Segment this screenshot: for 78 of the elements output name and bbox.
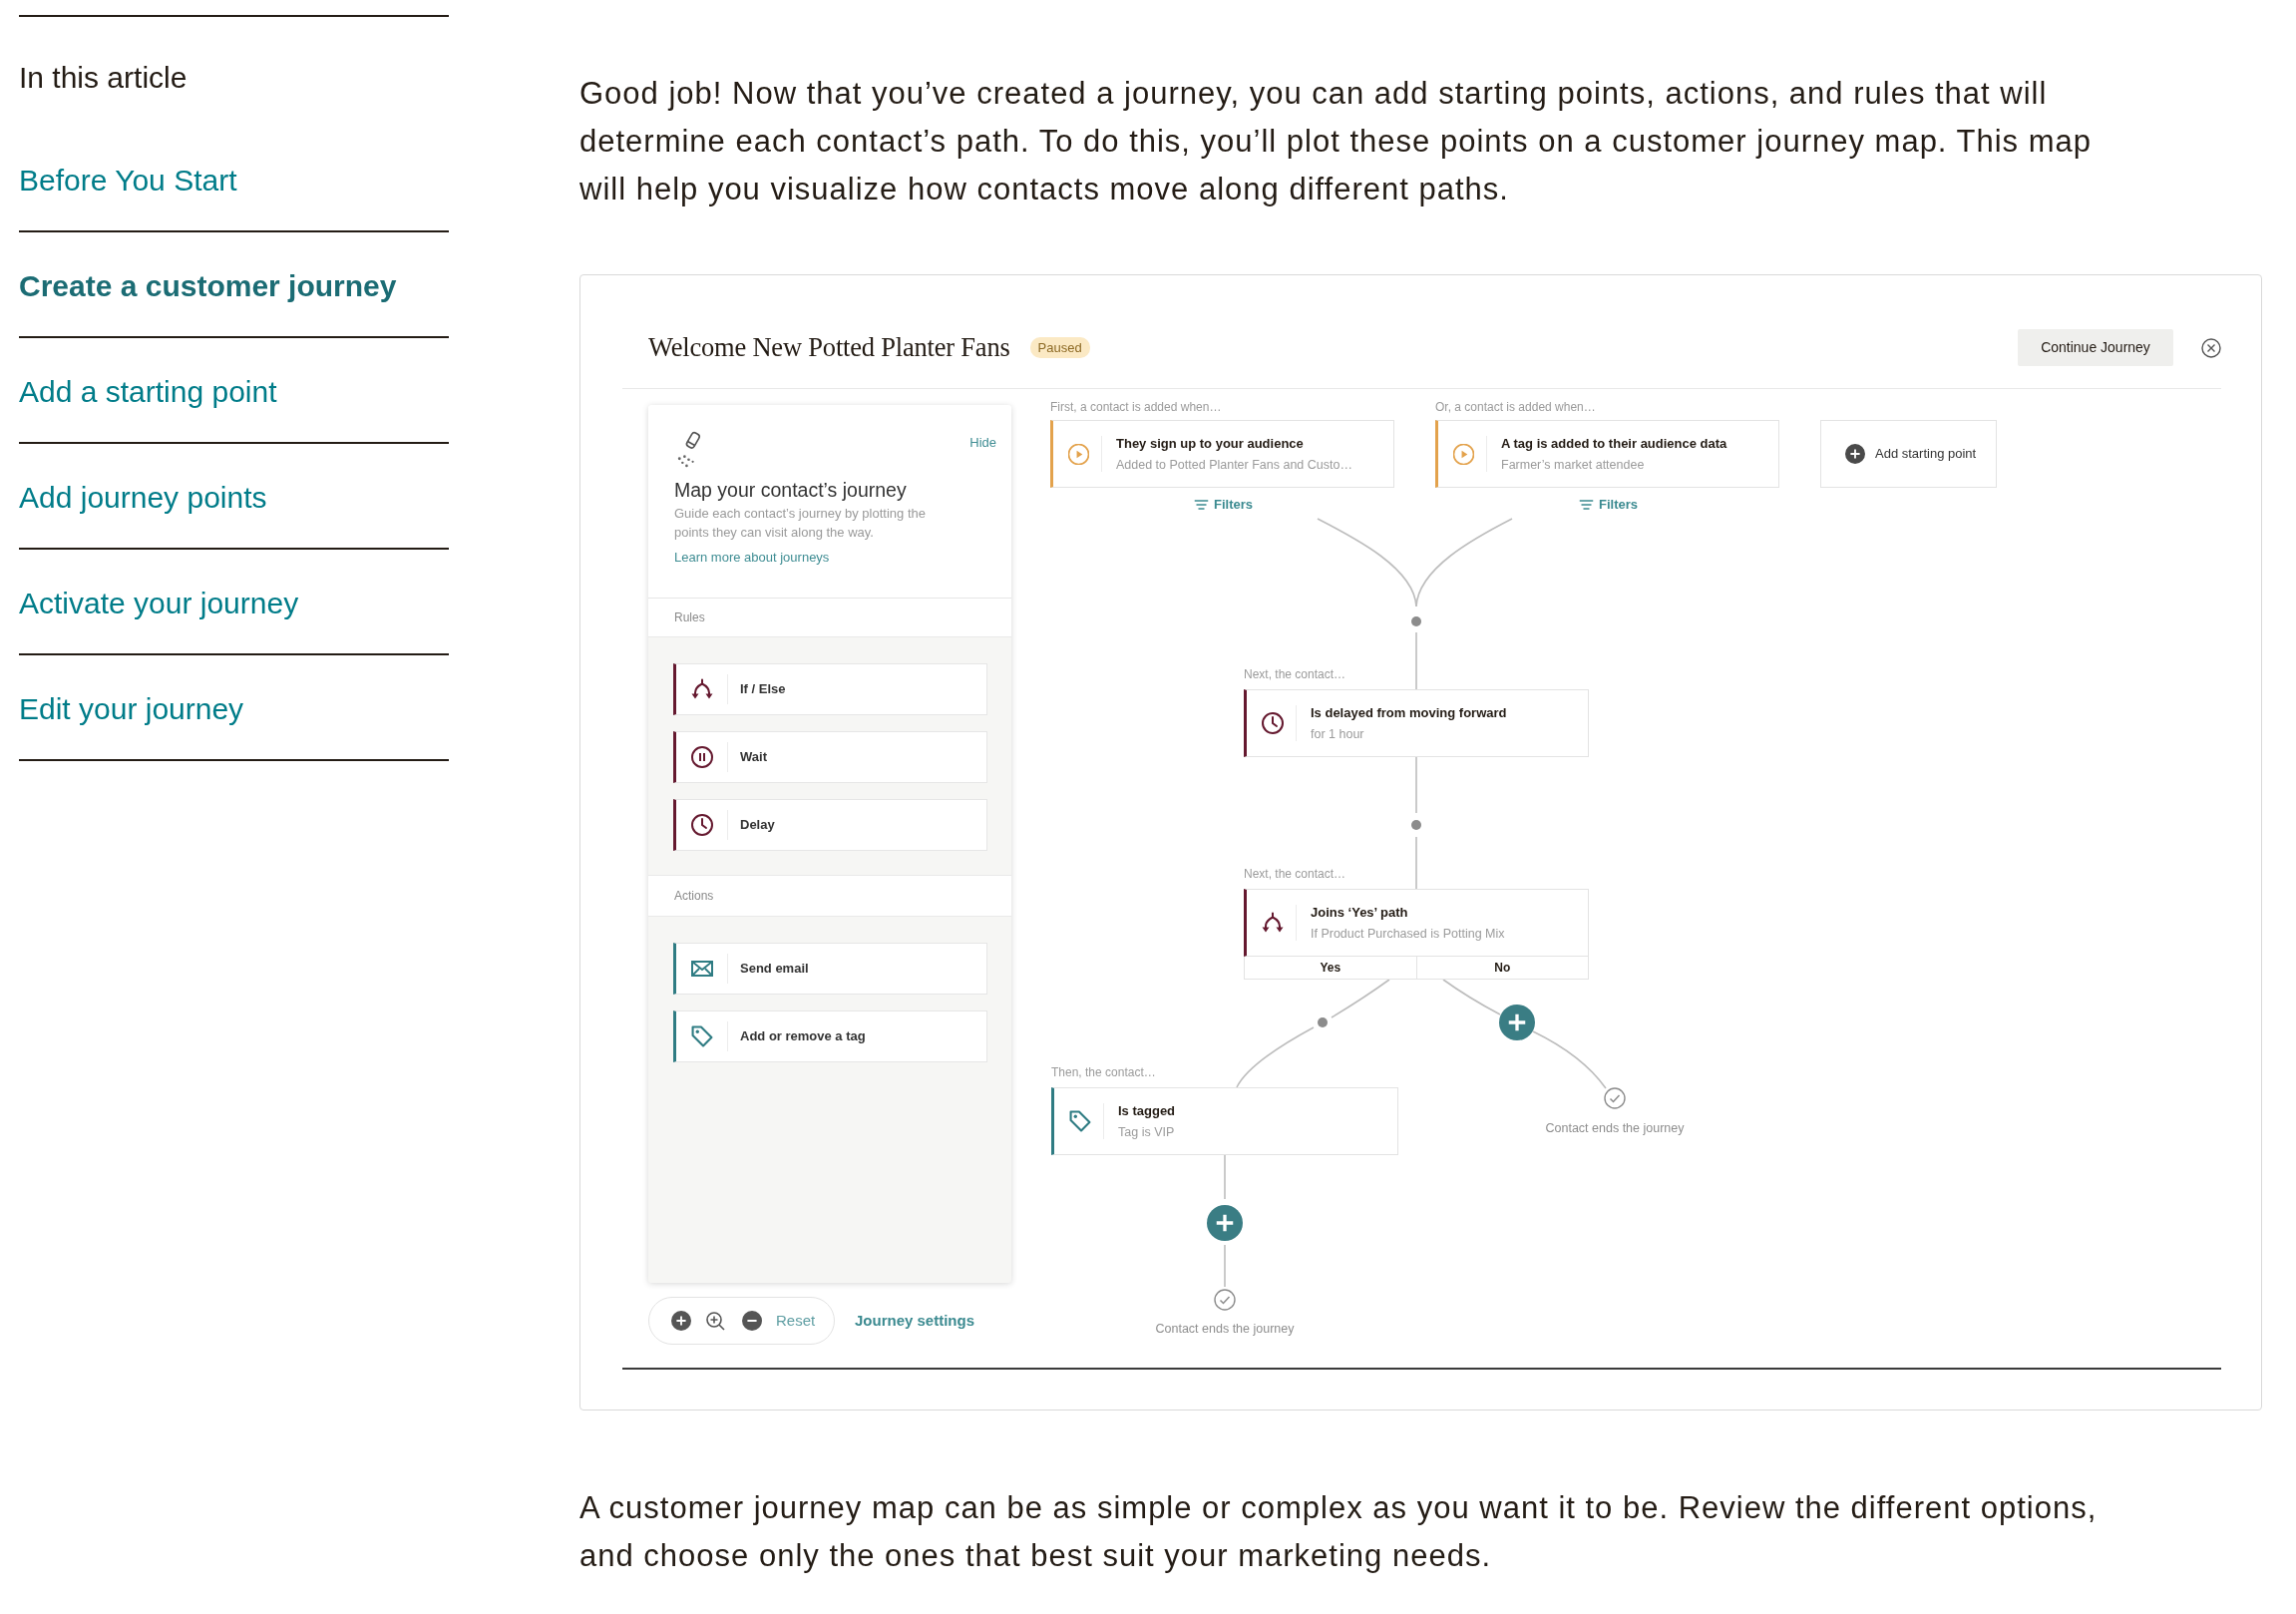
- filters-link[interactable]: Filters: [1194, 496, 1253, 514]
- minus-icon[interactable]: [742, 1311, 762, 1331]
- split-arrows-icon: [691, 678, 713, 700]
- card-title: Is delayed from moving forward: [1311, 703, 1507, 722]
- envelope-icon: [691, 958, 713, 980]
- palette-item[interactable]: If / Else: [673, 663, 987, 715]
- filter-icon: [1194, 500, 1208, 510]
- plus-icon[interactable]: [1207, 1205, 1243, 1241]
- palette-item[interactable]: Wait: [673, 731, 987, 783]
- branch-label: No: [1416, 957, 1589, 980]
- reset-button[interactable]: Reset: [776, 1309, 816, 1333]
- tag-icon: [1069, 1110, 1091, 1132]
- branch-label: Yes: [1244, 957, 1417, 980]
- plus-icon: [1845, 444, 1865, 464]
- connector-line: [1331, 979, 1390, 1018]
- journey-settings-link[interactable]: Journey settings: [855, 1309, 975, 1333]
- card-detail: Added to Potted Planter Fans and Custo…: [1116, 456, 1352, 474]
- connector-line: [1442, 979, 1501, 1015]
- toc-link[interactable]: Before You Start: [19, 127, 449, 232]
- toc-link[interactable]: Create a customer journey: [19, 232, 449, 338]
- split-arrows-icon: [1262, 912, 1284, 934]
- panel-description: Guide each contact’s journey by plotting the points they can visit along the way.: [674, 505, 927, 542]
- plus-icon[interactable]: [671, 1311, 691, 1331]
- outro-paragraph: A customer journey map can be as simple or complex as you want it to be. Review the different options, and choose only the ones that best suit your marketing needs.: [579, 1489, 2099, 1575]
- card-title: Joins ‘Yes’ path: [1311, 903, 1409, 922]
- zoom-in-icon[interactable]: [705, 1311, 725, 1331]
- pause-icon: [691, 746, 713, 768]
- tag-icon: [691, 1025, 713, 1047]
- connector-line: [1415, 631, 1417, 690]
- palette-item[interactable]: Add or remove a tag: [673, 1010, 987, 1062]
- add-starting-point-button[interactable]: Add starting point: [1820, 420, 1997, 488]
- step-caption: Or, a contact is added when…: [1435, 399, 1596, 416]
- step-caption: Next, the contact…: [1244, 666, 1346, 683]
- palette-item[interactable]: Send email: [673, 943, 987, 995]
- journey-title: Welcome New Potted Planter Fans: [648, 330, 1010, 364]
- close-icon[interactable]: [2201, 337, 2221, 358]
- clock-icon: [1262, 712, 1284, 734]
- connector-line: [1224, 1154, 1226, 1200]
- dot-icon: [1411, 820, 1421, 830]
- filter-icon: [1579, 500, 1593, 510]
- end-label: Contact ends the journey: [1545, 1120, 1685, 1137]
- play-icon: [1453, 443, 1474, 465]
- clock-icon: [691, 814, 713, 836]
- hide-link[interactable]: Hide: [969, 434, 996, 452]
- learn-more-link[interactable]: Learn more about journeys: [674, 548, 830, 567]
- card-title: Is tagged: [1118, 1101, 1176, 1120]
- dot-icon: [1411, 616, 1421, 626]
- check-icon: [1604, 1087, 1626, 1109]
- toc-heading: In this article: [19, 60, 189, 96]
- card-title: A tag is added to their audience data: [1501, 434, 1727, 453]
- end-label: Contact ends the journey: [1155, 1321, 1295, 1338]
- section-heading: Actions: [674, 888, 714, 905]
- check-icon: [1214, 1289, 1236, 1311]
- play-icon: [1068, 443, 1089, 465]
- connector-line: [1415, 756, 1417, 814]
- step-caption: Next, the contact…: [1244, 866, 1346, 883]
- connector-line: [1224, 1244, 1226, 1288]
- step-caption: First, a contact is added when…: [1050, 399, 1222, 416]
- panel-heading: Map your contact’s journey: [674, 478, 908, 503]
- toc-link[interactable]: Activate your journey: [19, 550, 449, 655]
- intro-paragraph: Good job! Now that you’ve created a journey, you can add starting points, actions, and rules that will determine each contact’s path. To do this, you’ll plot these points on a customer journey map. This map will help you visualize how contacts move along different paths.: [579, 75, 2093, 208]
- step-caption: Then, the contact…: [1051, 1064, 1156, 1081]
- section-heading: Rules: [674, 609, 705, 626]
- status-badge: Paused: [1029, 337, 1090, 358]
- card-detail: for 1 hour: [1311, 725, 1365, 743]
- card-detail: Tag is VIP: [1118, 1123, 1176, 1141]
- card-title: They sign up to your audience: [1116, 434, 1305, 453]
- dot-icon: [1318, 1017, 1328, 1027]
- connector-line: [1415, 836, 1417, 890]
- card-detail: Farmer’s market attendee: [1501, 456, 1646, 474]
- toc-link[interactable]: Add a starting point: [19, 338, 449, 444]
- toc-link[interactable]: Add journey points: [19, 444, 449, 550]
- filters-link[interactable]: Filters: [1579, 496, 1638, 514]
- plus-icon[interactable]: [1499, 1005, 1535, 1040]
- palette-item[interactable]: Delay: [673, 799, 987, 851]
- toc-link[interactable]: Edit your journey: [19, 655, 449, 761]
- continue-journey-button[interactable]: Continue Journey: [2018, 329, 2173, 366]
- card-detail: If Product Purchased is Potting Mix: [1311, 925, 1505, 943]
